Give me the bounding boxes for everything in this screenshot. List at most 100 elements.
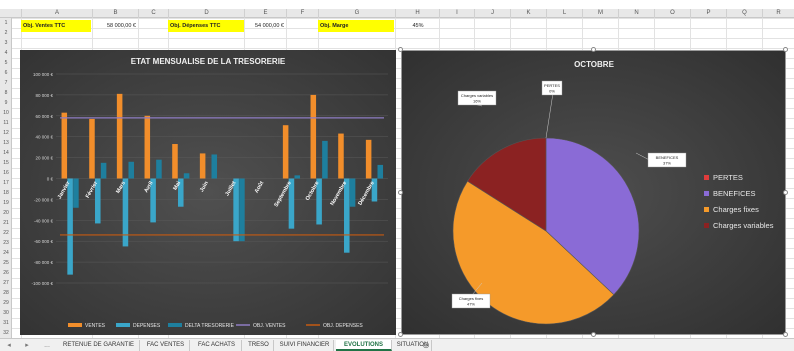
row-header-1[interactable]: 1 xyxy=(0,18,12,28)
row-header-19[interactable]: 19 xyxy=(0,198,12,208)
sheet-tab-suivi-financier[interactable]: SUIVI FINANCIER xyxy=(276,340,334,351)
cell-d1[interactable]: Obj. Dépenses TTC xyxy=(168,20,244,32)
column-header-a[interactable]: A xyxy=(21,9,92,18)
column-header-h[interactable]: H xyxy=(395,9,439,18)
row-header-24[interactable]: 24 xyxy=(0,248,12,258)
pie-data-label-name: Charges variables xyxy=(461,93,493,98)
row-header-27[interactable]: 27 xyxy=(0,278,12,288)
column-header-e[interactable]: E xyxy=(244,9,286,18)
row-header-8[interactable]: 8 xyxy=(0,88,12,98)
row-header-18[interactable]: 18 xyxy=(0,188,12,198)
row-header-30[interactable]: 30 xyxy=(0,308,12,318)
sheet-tab-fac-ventes[interactable]: FAC VENTES xyxy=(142,340,190,351)
row-header-28[interactable]: 28 xyxy=(0,288,12,298)
add-sheet-icon[interactable]: ⊕ xyxy=(420,340,432,351)
row-header-29[interactable]: 29 xyxy=(0,298,12,308)
column-header-d[interactable]: D xyxy=(168,9,244,18)
row-header-26[interactable]: 26 xyxy=(0,268,12,278)
row-header-5[interactable]: 5 xyxy=(0,58,12,68)
cell-g1[interactable]: Obj. Marge xyxy=(318,20,394,32)
bar-ventes[interactable] xyxy=(338,133,344,179)
bar-delta-tresorerie[interactable] xyxy=(377,164,384,179)
column-header-j[interactable]: J xyxy=(474,9,510,18)
resize-handle-bm[interactable] xyxy=(591,332,596,337)
resize-handle-mr[interactable] xyxy=(783,190,788,195)
next-sheet-button[interactable]: ▸ xyxy=(22,340,32,351)
column-header-p[interactable]: P xyxy=(690,9,726,18)
row-header-10[interactable]: 10 xyxy=(0,108,12,118)
bar-ventes[interactable] xyxy=(172,144,178,179)
row-header-12[interactable]: 12 xyxy=(0,128,12,138)
resize-handle-tm[interactable] xyxy=(591,47,596,52)
row-header-21[interactable]: 21 xyxy=(0,218,12,228)
bar-delta-tresorerie[interactable] xyxy=(128,161,135,179)
row-header-9[interactable]: 9 xyxy=(0,98,12,108)
column-header-q[interactable]: Q xyxy=(726,9,762,18)
sheet-tab-treso[interactable]: TRESO xyxy=(244,340,274,351)
row-header-22[interactable]: 22 xyxy=(0,228,12,238)
october-pie-chart[interactable]: OCTOBRE PERTES 0% BENEFICES 37% Charges fixes… xyxy=(401,50,786,335)
cell-e1[interactable]: 54 000,00 € xyxy=(244,20,286,32)
bar-delta-tresorerie[interactable] xyxy=(156,159,162,179)
sheet-tab-retenue-de-garantie[interactable]: RETENUE DE GARANTIE xyxy=(58,340,140,351)
treasury-chart[interactable]: ETAT MENSUALISE DE LA TRESORERIE 100 000 … xyxy=(20,50,396,335)
resize-handle-tr[interactable] xyxy=(783,47,788,52)
row-header-32[interactable]: 32 xyxy=(0,328,12,338)
column-header-c[interactable]: C xyxy=(138,9,168,18)
more-sheets-button[interactable]: ... xyxy=(40,340,54,351)
sheet-tab-fac-achats[interactable]: FAC ACHATS xyxy=(192,340,242,351)
column-header-l[interactable]: L xyxy=(546,9,582,18)
bar-delta-tresorerie[interactable] xyxy=(294,175,301,179)
row-header-20[interactable]: 20 xyxy=(0,208,12,218)
prev-sheet-button[interactable]: ◂ xyxy=(4,340,14,351)
cell-b1[interactable]: 58 000,00 € xyxy=(92,20,138,32)
bar-ventes[interactable] xyxy=(116,93,123,179)
column-header-o[interactable]: O xyxy=(654,9,690,18)
column-header-m[interactable]: M xyxy=(582,9,618,18)
row-header-7[interactable]: 7 xyxy=(0,78,12,88)
row-header-11[interactable]: 11 xyxy=(0,118,12,128)
bar-delta-tresorerie[interactable] xyxy=(183,173,190,179)
row-header-4[interactable]: 4 xyxy=(0,48,12,58)
row-header-3[interactable]: 3 xyxy=(0,38,12,48)
bar-ventes[interactable] xyxy=(365,139,372,179)
row-header-6[interactable]: 6 xyxy=(0,68,12,78)
column-header-b[interactable]: B xyxy=(92,9,138,18)
column-header-f[interactable]: F xyxy=(286,9,318,18)
bar-depenses[interactable] xyxy=(344,178,350,253)
row-header-16[interactable]: 16 xyxy=(0,168,12,178)
column-header-n[interactable]: N xyxy=(618,9,654,18)
cell-a1[interactable]: Obj. Ventes TTC xyxy=(21,20,91,32)
bar-delta-tresorerie[interactable] xyxy=(100,162,107,179)
row-header-13[interactable]: 13 xyxy=(0,138,12,148)
bar-ventes[interactable] xyxy=(282,125,289,179)
column-header-k[interactable]: K xyxy=(510,9,546,18)
resize-handle-br[interactable] xyxy=(783,332,788,337)
sheet-tab-evolutions[interactable]: EVOLUTIONS xyxy=(336,340,392,351)
resize-handle-tl[interactable] xyxy=(398,47,403,52)
bar-delta-tresorerie[interactable] xyxy=(239,178,245,242)
row-header-2[interactable]: 2 xyxy=(0,28,12,38)
bar-delta-tresorerie[interactable] xyxy=(322,140,328,179)
row-header-31[interactable]: 31 xyxy=(0,318,12,328)
bar-delta-tresorerie[interactable] xyxy=(73,178,79,208)
bar-ventes[interactable] xyxy=(199,153,206,179)
resize-handle-bl[interactable] xyxy=(398,332,403,337)
bar-ventes[interactable] xyxy=(310,94,317,179)
bar-delta-tresorerie[interactable] xyxy=(349,178,356,207)
row-header-23[interactable]: 23 xyxy=(0,238,12,248)
bar-ventes[interactable] xyxy=(144,115,151,179)
bar-ventes[interactable] xyxy=(89,118,95,179)
column-header-r[interactable]: R xyxy=(762,9,794,18)
row-header-14[interactable]: 14 xyxy=(0,148,12,158)
bar-ventes[interactable] xyxy=(61,112,68,179)
column-header-g[interactable]: G xyxy=(318,9,395,18)
resize-handle-ml[interactable] xyxy=(398,190,403,195)
column-header-i[interactable]: I xyxy=(439,9,474,18)
bar-delta-tresorerie[interactable] xyxy=(211,154,218,179)
row-header-25[interactable]: 25 xyxy=(0,258,12,268)
bar-depenses[interactable] xyxy=(67,178,73,275)
cell-h1[interactable]: 45% xyxy=(395,20,439,32)
row-header-17[interactable]: 17 xyxy=(0,178,12,188)
row-header-15[interactable]: 15 xyxy=(0,158,12,168)
